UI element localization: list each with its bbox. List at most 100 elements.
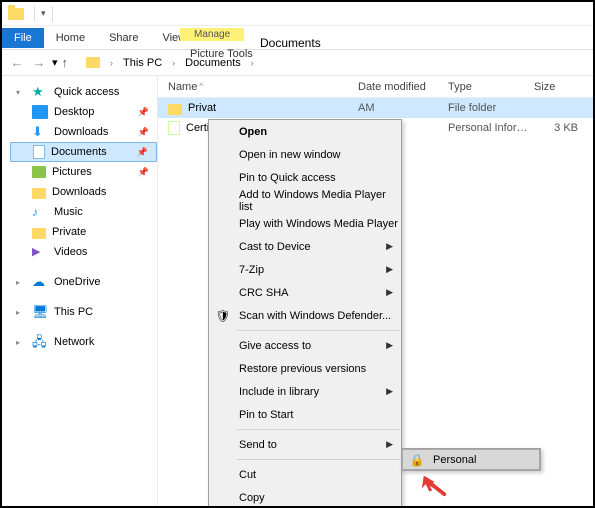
nav-documents[interactable]: Documents 📌: [10, 142, 157, 162]
column-headers: Name ^ Date modified Type Size: [158, 76, 593, 98]
menu-cut[interactable]: Cut: [209, 463, 401, 486]
nav-label: Videos: [54, 246, 87, 258]
nav-quick-access[interactable]: ▾ ★ Quick access: [10, 82, 157, 102]
lock-icon: 🔒: [409, 453, 425, 467]
tab-picture-tools[interactable]: Picture Tools: [180, 44, 263, 64]
certificate-icon: [168, 121, 180, 135]
pin-icon: 📌: [138, 127, 149, 138]
column-size[interactable]: Size: [534, 81, 584, 93]
nav-desktop[interactable]: Desktop 📌: [10, 102, 157, 122]
nav-up-icon[interactable]: ↑: [62, 55, 69, 70]
tree-collapse-icon[interactable]: ▸: [16, 338, 26, 347]
chevron-right-icon: ▶: [386, 241, 393, 252]
chevron-right-icon: ▶: [386, 439, 393, 450]
chevron-right-icon: ▶: [386, 287, 393, 298]
cloud-icon: ☁: [32, 275, 48, 289]
tree-collapse-icon[interactable]: ▸: [16, 278, 26, 287]
pin-icon: 📌: [137, 147, 148, 158]
file-ownership-submenu: 🔒 Personal: [401, 448, 541, 471]
annotation-cursor-arrow: [420, 470, 448, 501]
nav-label: Documents: [51, 146, 107, 158]
tree-collapse-icon[interactable]: ▸: [16, 308, 26, 317]
menu-give-access[interactable]: Give access to▶: [209, 334, 401, 357]
file-type: File folder: [448, 102, 534, 114]
chevron-right-icon: ▶: [386, 264, 393, 275]
pictures-icon: [32, 166, 46, 178]
menu-pin-start[interactable]: Pin to Start: [209, 403, 401, 426]
menu-7zip[interactable]: 7-Zip▶: [209, 258, 401, 281]
navigation-pane: ▾ ★ Quick access Desktop 📌 ⬇ Downloads 📌…: [2, 76, 158, 506]
nav-downloads2[interactable]: Downloads: [10, 182, 157, 202]
nav-label: Downloads: [52, 186, 106, 198]
download-icon: ⬇: [32, 125, 48, 139]
file-row[interactable]: Privat AM File folder: [158, 98, 593, 118]
menu-pin-quick-access[interactable]: Pin to Quick access: [209, 166, 401, 189]
tree-expand-icon[interactable]: ▾: [16, 88, 26, 97]
menu-separator: [237, 330, 400, 331]
column-name[interactable]: Name ^: [168, 81, 358, 93]
nav-label: Downloads: [54, 126, 108, 138]
context-menu: Open Open in new window Pin to Quick acc…: [208, 119, 402, 508]
nav-history-dropdown-icon[interactable]: ▾: [52, 56, 58, 69]
tab-share[interactable]: Share: [97, 28, 150, 48]
menu-play-wmp[interactable]: Play with Windows Media Player: [209, 212, 401, 235]
window-title: Documents: [260, 36, 321, 50]
nav-label: Quick access: [54, 86, 119, 98]
nav-music[interactable]: ♪ Music: [10, 202, 157, 222]
breadcrumb-root[interactable]: This PC: [119, 55, 166, 71]
separator: [34, 6, 35, 22]
menu-crc-sha[interactable]: CRC SHA▶: [209, 281, 401, 304]
nav-network[interactable]: ▸ 🖧 Network: [10, 332, 157, 352]
sort-indicator-icon: ^: [199, 82, 203, 91]
menu-scan-defender[interactable]: 🛡Scan with Windows Defender...: [209, 304, 401, 327]
menu-send-to[interactable]: Send to▶: [209, 433, 401, 456]
music-icon: ♪: [32, 205, 48, 219]
menu-restore-versions[interactable]: Restore previous versions: [209, 357, 401, 380]
chevron-right-icon: ▶: [386, 340, 393, 351]
menu-copy[interactable]: Copy: [209, 486, 401, 508]
pin-icon: 📌: [138, 167, 149, 178]
quick-access-toolbar: ▾: [2, 2, 593, 26]
nav-label: Pictures: [52, 166, 92, 178]
menu-open[interactable]: Open: [209, 120, 401, 143]
nav-forward-icon: →: [30, 55, 48, 70]
breadcrumb-folder-icon: [86, 57, 100, 68]
menu-add-wmp-list[interactable]: Add to Windows Media Player list: [209, 189, 401, 212]
folder-icon: [168, 104, 182, 115]
explorer-window: ▾ File Home Share View Manage Picture To…: [0, 0, 595, 508]
chevron-right-icon: ▶: [386, 386, 393, 397]
column-type[interactable]: Type: [448, 81, 534, 93]
menu-cast-to-device[interactable]: Cast to Device▶: [209, 235, 401, 258]
file-type: Personal Informati...: [448, 122, 534, 134]
file-name: Privat: [188, 102, 216, 114]
nav-pictures[interactable]: Pictures 📌: [10, 162, 157, 182]
ribbon-tabs: File Home Share View Manage Picture Tool…: [2, 26, 593, 50]
qat-dropdown-icon[interactable]: ▾: [41, 8, 46, 19]
nav-this-pc[interactable]: ▸ 🖥 This PC: [10, 302, 157, 322]
shield-icon: 🛡: [215, 309, 231, 323]
submenu-label: Personal: [433, 454, 476, 466]
submenu-personal[interactable]: 🔒 Personal: [402, 449, 540, 470]
nav-label: Desktop: [54, 106, 94, 118]
network-icon: 🖧: [32, 335, 48, 349]
chevron-right-icon[interactable]: ›: [108, 58, 115, 68]
nav-back-icon[interactable]: ←: [8, 55, 26, 70]
column-date[interactable]: Date modified: [358, 81, 448, 93]
nav-label: Music: [54, 206, 83, 218]
folder-icon: [32, 188, 46, 199]
menu-include-library[interactable]: Include in library▶: [209, 380, 401, 403]
nav-videos[interactable]: ▶ Videos: [10, 242, 157, 262]
nav-onedrive[interactable]: ▸ ☁ OneDrive: [10, 272, 157, 292]
app-icon: [8, 8, 24, 20]
chevron-right-icon[interactable]: ›: [170, 58, 177, 68]
nav-label: Private: [52, 226, 86, 238]
nav-downloads[interactable]: ⬇ Downloads 📌: [10, 122, 157, 142]
separator: [52, 6, 53, 22]
desktop-icon: [32, 105, 48, 119]
nav-label: This PC: [54, 306, 93, 318]
menu-separator: [237, 429, 400, 430]
nav-private[interactable]: Private: [10, 222, 157, 242]
menu-open-new-window[interactable]: Open in new window: [209, 143, 401, 166]
tab-home[interactable]: Home: [44, 28, 97, 48]
tab-file[interactable]: File: [2, 28, 44, 48]
